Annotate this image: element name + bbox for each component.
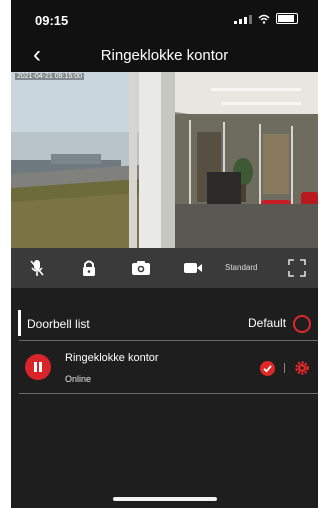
quality-selector[interactable]: Standard — [225, 263, 257, 272]
default-label[interactable]: Default — [248, 316, 286, 330]
icon-divider — [284, 363, 285, 373]
video-timestamp: 2021-04-21 09:15:00 — [15, 73, 84, 80]
nav-bar: ‹ Ringeklokke kontor — [11, 40, 318, 72]
device-status: Online — [65, 374, 92, 384]
list-item[interactable]: Ringeklokke kontor Online — [11, 341, 318, 393]
default-radio-icon[interactable] — [293, 315, 311, 333]
checkmark-icon[interactable] — [260, 361, 275, 376]
pause-icon[interactable] — [25, 354, 51, 380]
camera-icon[interactable] — [131, 258, 151, 278]
status-icons — [234, 13, 298, 24]
video-control-bar: Standard — [11, 248, 318, 288]
doorbell-list-header: Doorbell list Default — [11, 306, 318, 340]
signal-icon — [234, 14, 252, 24]
gear-icon[interactable] — [294, 360, 310, 376]
fullscreen-icon[interactable] — [287, 258, 307, 278]
app-screen: 09:15 ‹ Ringeklokke kontor 2021-04-21 09… — [11, 0, 318, 508]
live-video-feed[interactable]: 2021-04-21 09:15:00 — [11, 72, 318, 248]
video-record-icon[interactable] — [183, 258, 203, 278]
status-bar: 09:15 — [11, 0, 318, 40]
page-title: Ringeklokke kontor — [100, 47, 229, 64]
section-marker — [18, 310, 21, 336]
home-indicator — [113, 497, 217, 501]
divider — [19, 393, 318, 394]
battery-icon — [276, 13, 298, 24]
device-name: Ringeklokke kontor — [65, 352, 159, 364]
doorbell-list-title: Doorbell list — [27, 317, 90, 331]
status-time: 09:15 — [35, 13, 69, 28]
wifi-icon — [258, 14, 270, 24]
lock-icon[interactable] — [79, 258, 99, 278]
video-frame — [11, 72, 318, 248]
microphone-muted-icon[interactable] — [27, 258, 47, 278]
